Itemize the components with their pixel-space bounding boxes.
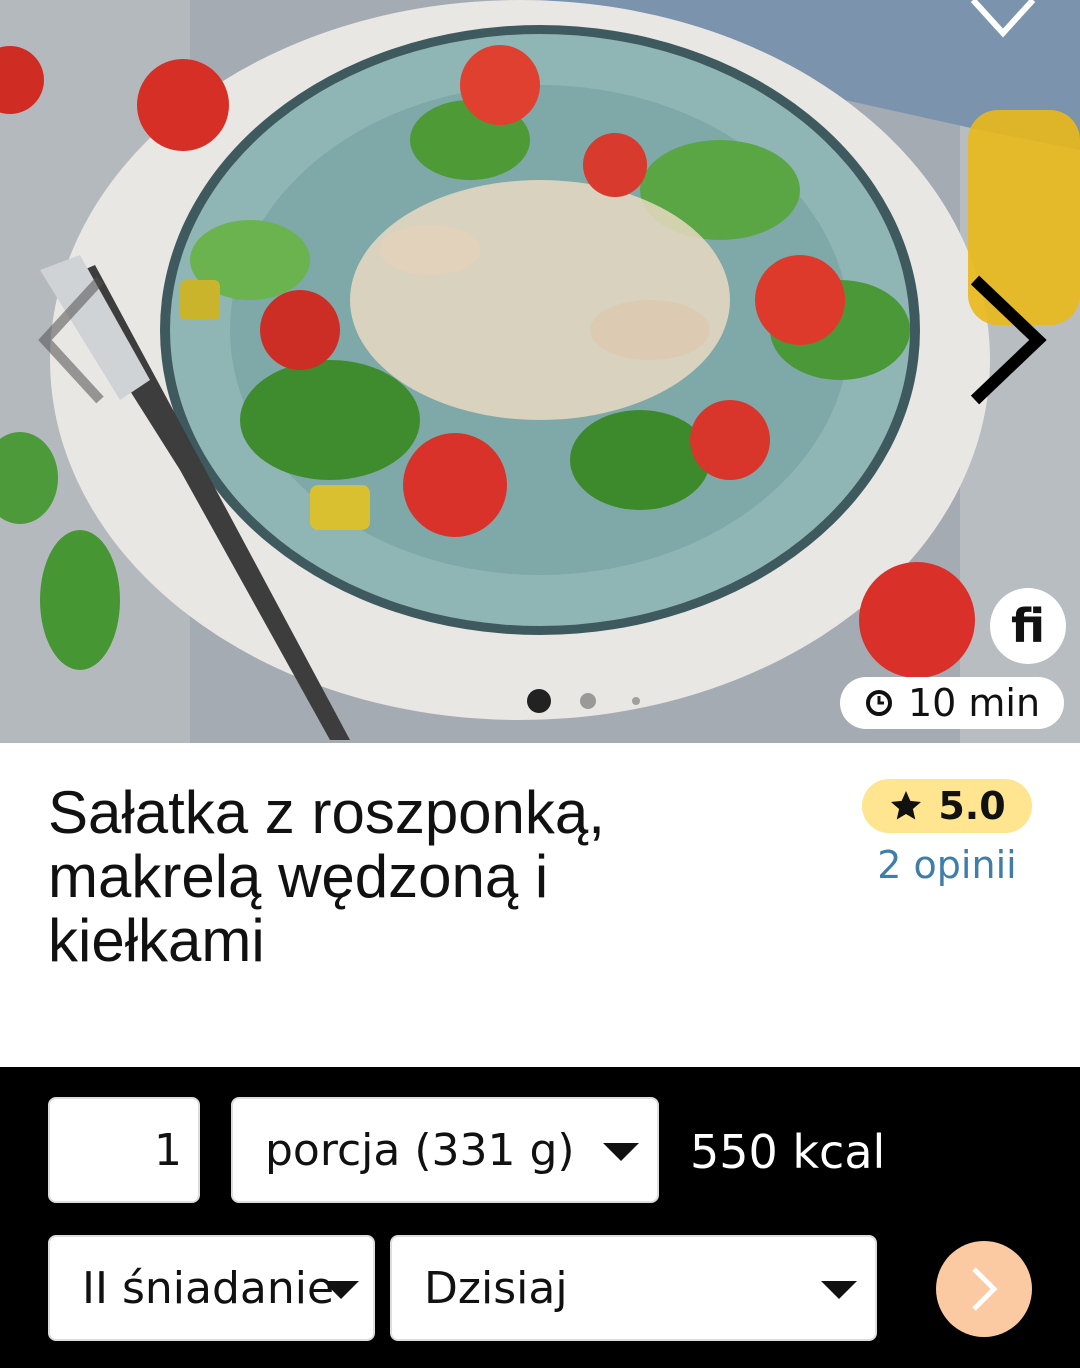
recipe-photo (0, 0, 1080, 743)
chevron-down-icon (821, 1281, 857, 1299)
prep-time: 10 min (907, 681, 1041, 725)
gallery-next-button[interactable] (960, 270, 1050, 410)
quantity-input[interactable]: 1 (48, 1097, 200, 1203)
brand-logo: fi (990, 588, 1066, 664)
favorite-button[interactable] (968, 0, 1038, 38)
add-to-diary-panel: 1 porcja (331 g) 550 kcal II śniadanie D… (0, 1067, 1080, 1368)
portion-select[interactable]: porcja (331 g) (231, 1097, 659, 1203)
chevron-right-icon (970, 275, 1047, 405)
chevron-down-icon (603, 1143, 639, 1161)
chevron-down-icon (323, 1281, 359, 1299)
gallery-dot[interactable] (632, 697, 640, 705)
heart-icon (970, 0, 1036, 38)
gallery-dot[interactable] (580, 693, 596, 709)
calories-value: 550 kcal (690, 1125, 886, 1179)
quantity-value: 1 (154, 1124, 182, 1176)
day-select[interactable]: Dzisiaj (390, 1235, 877, 1341)
day-value: Dzisiaj (424, 1262, 568, 1314)
recipe-title: Sałatka z roszponką, makrelą wędzoną i k… (48, 779, 605, 974)
chevron-right-icon (972, 1267, 998, 1311)
recipe-header: Sałatka z roszponką, makrelą wędzoną i k… (0, 743, 1080, 1067)
meal-value: II śniadanie (82, 1262, 335, 1314)
meal-select[interactable]: II śniadanie (48, 1235, 375, 1341)
recipe-photo-gallery[interactable]: fi 10 min (0, 0, 1080, 743)
rating-badge: 5.0 (862, 779, 1032, 833)
star-icon (891, 791, 922, 820)
reviews-link[interactable]: 2 opinii (862, 843, 1032, 887)
chevron-left-icon (38, 276, 104, 404)
add-to-diary-button[interactable] (936, 1241, 1032, 1337)
gallery-prev-button[interactable] (30, 270, 120, 410)
gallery-dot-active[interactable] (527, 689, 551, 713)
brand-logo-text: fi (1010, 599, 1046, 653)
time-badge: 10 min (840, 677, 1064, 729)
rating-value: 5.0 (938, 784, 1006, 828)
clock-icon (865, 690, 892, 716)
portion-value: porcja (331 g) (265, 1124, 575, 1176)
